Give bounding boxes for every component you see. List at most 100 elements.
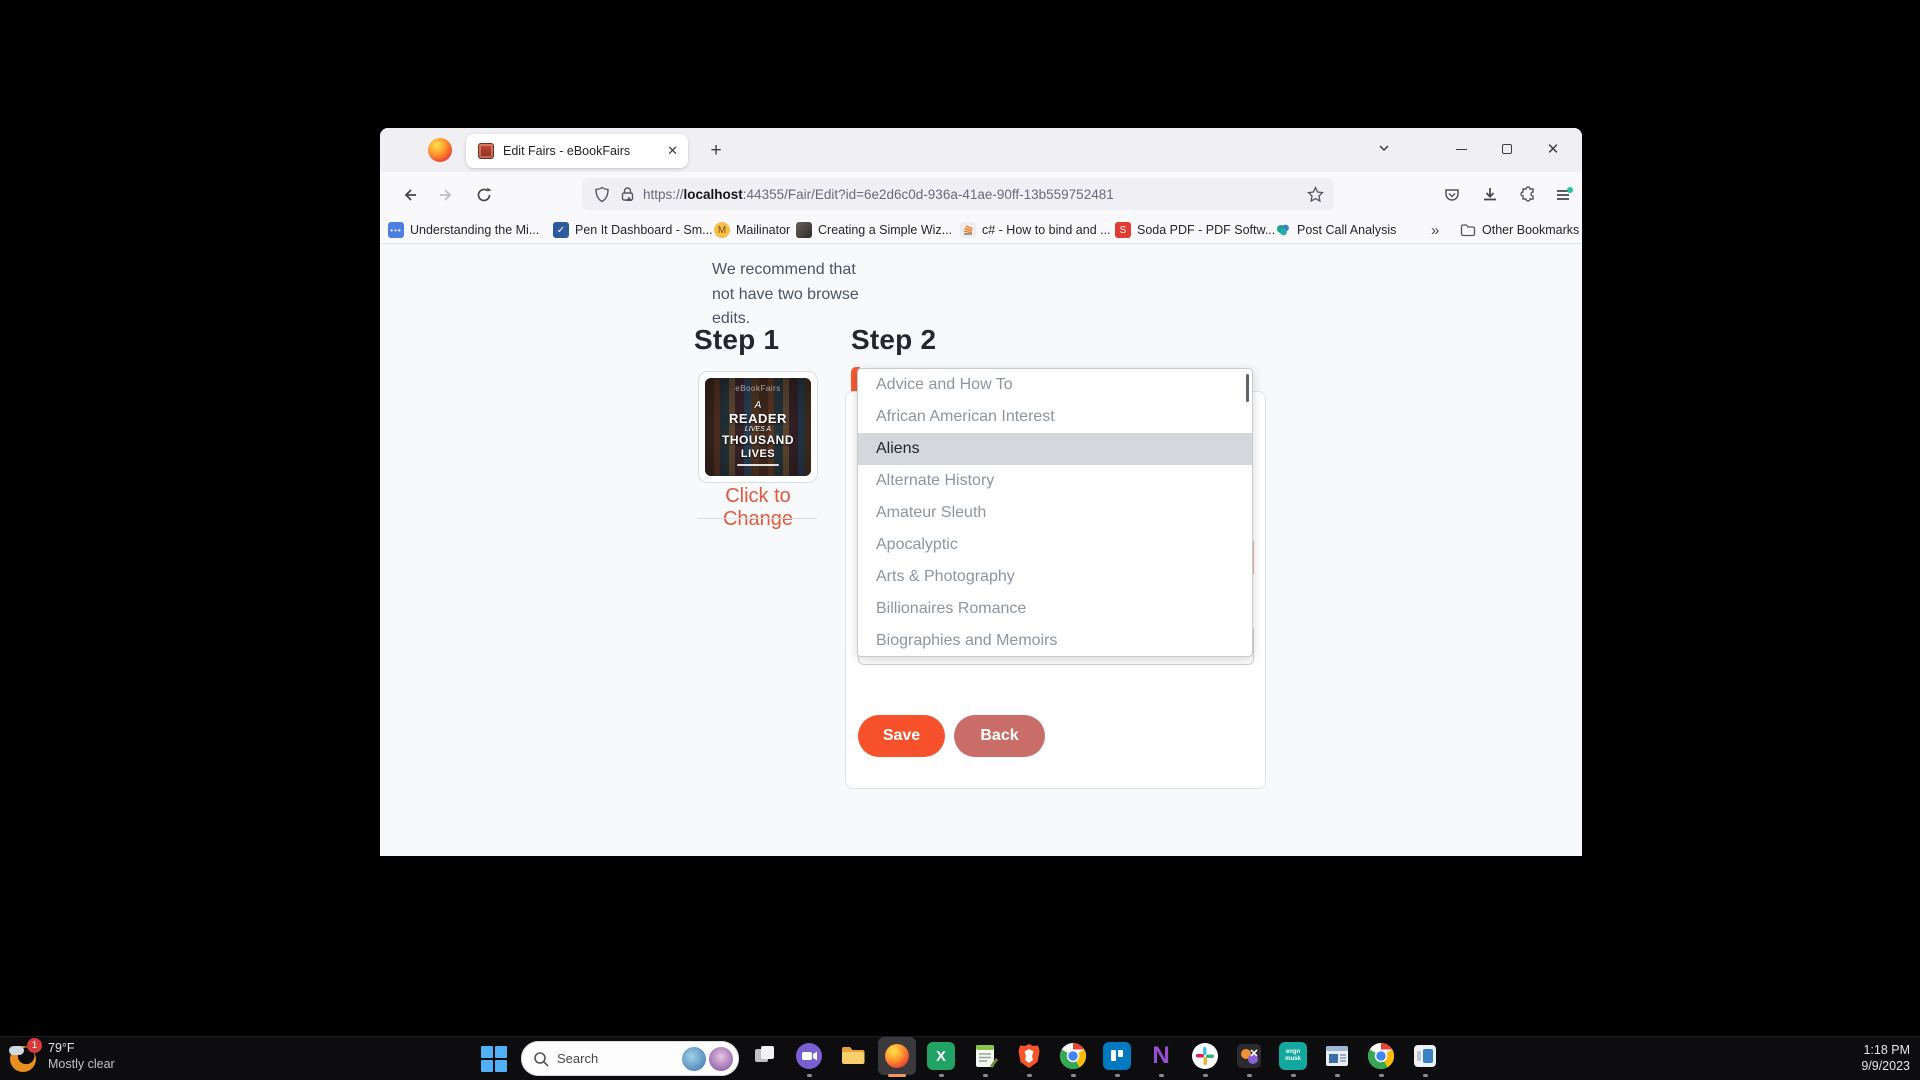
search-highlights-icon[interactable]: [682, 1047, 733, 1071]
back-icon[interactable]: [396, 181, 424, 209]
bookmark-favicon-icon: S: [1115, 222, 1131, 238]
fair-cover-thumbnail[interactable]: eBookFairs A READER LIVES A THOUSAND LIV…: [698, 371, 818, 483]
bookmark-star-icon[interactable]: [1307, 186, 1324, 203]
url-text: https://localhost:44355/Fair/Edit?id=6e2…: [643, 187, 1114, 202]
bookmark-label: Creating a Simple Wiz...: [818, 223, 952, 237]
bookmarks-bar: ••• Understanding the Mi... ✓ Pen It Das…: [380, 216, 1582, 244]
genre-option[interactable]: Arts & Photography: [858, 561, 1252, 593]
slack-icon[interactable]: [1191, 1041, 1219, 1077]
media-app-icon[interactable]: [1411, 1041, 1439, 1077]
genre-option[interactable]: African American Interest: [858, 401, 1252, 433]
back-button[interactable]: Back: [954, 715, 1045, 757]
bookmarks-overflow-chevron-icon[interactable]: »: [1431, 219, 1439, 241]
taskbar-clock[interactable]: 1:18 PM 9/9/2023: [1861, 1042, 1910, 1074]
extensions-puzzle-icon[interactable]: [1514, 181, 1542, 209]
bookmark-item[interactable]: S Soda PDF - PDF Softw...: [1115, 219, 1275, 241]
trello-icon[interactable]: [1103, 1041, 1131, 1077]
navigation-toolbar: https://localhost:44355/Fair/Edit?id=6e2…: [380, 172, 1582, 216]
teal-app-icon[interactable]: engnmusk: [1279, 1041, 1307, 1077]
bookmark-favicon-icon: ✓: [553, 222, 569, 238]
genre-option[interactable]: Alternate History: [858, 465, 1252, 497]
minimize-button[interactable]: [1438, 128, 1484, 170]
bookmark-favicon-icon: M: [714, 222, 730, 238]
click-to-change-link[interactable]: Click to Change: [688, 485, 828, 531]
bookmark-label: Pen It Dashboard - Sm...: [575, 223, 713, 237]
bookmark-item[interactable]: Creating a Simple Wiz...: [796, 219, 952, 241]
step1-heading: Step 1: [694, 324, 779, 356]
file-explorer-icon[interactable]: [839, 1041, 867, 1077]
chrome-icon[interactable]: [1059, 1041, 1087, 1077]
pocket-icon[interactable]: [1438, 181, 1466, 209]
desktop: Edit Fairs - eBookFairs ✕ + ✕: [0, 0, 1920, 1080]
bookmark-favicon-icon: [1275, 222, 1291, 238]
tab-title: Edit Fairs - eBookFairs: [503, 144, 648, 158]
weather-moon-icon: 1: [8, 1040, 40, 1072]
tab-close-icon[interactable]: ✕: [667, 143, 678, 159]
lock-warning-icon[interactable]: [620, 186, 635, 202]
genre-option[interactable]: Amateur Sleuth: [858, 497, 1252, 529]
reload-icon[interactable]: [470, 181, 498, 209]
excel-icon[interactable]: X: [927, 1041, 955, 1077]
bookmark-item[interactable]: M Mailinator: [714, 219, 790, 241]
cover-watermark: eBookFairs: [705, 384, 811, 393]
genre-option[interactable]: Apocalyptic: [858, 529, 1252, 561]
bookmark-item[interactable]: Post Call Analysis: [1275, 219, 1396, 241]
search-placeholder: Search: [557, 1051, 598, 1066]
document-app-icon[interactable]: [1323, 1041, 1351, 1077]
list-all-tabs-icon[interactable]: [1376, 140, 1392, 156]
bookmark-item[interactable]: ••• Understanding the Mi...: [388, 219, 539, 241]
firefox-view-icon[interactable]: [428, 138, 452, 162]
menu-hamburger-icon[interactable]: [1550, 181, 1578, 209]
downloads-icon[interactable]: [1476, 181, 1504, 209]
bookmark-label: Post Call Analysis: [1297, 223, 1396, 237]
bookmark-label: Mailinator: [736, 223, 790, 237]
bookmark-favicon-icon: [960, 222, 976, 238]
firefox-icon-active[interactable]: [883, 1041, 911, 1077]
weather-widget[interactable]: 1 79°F Mostly clear: [8, 1040, 115, 1072]
bookmark-label: c# - How to bind and ...: [982, 223, 1111, 237]
start-button[interactable]: [481, 1046, 507, 1072]
taskbar-icons: X N: [751, 1041, 1439, 1077]
bookmark-favicon-icon: [796, 222, 812, 238]
bookmark-label: Understanding the Mi...: [410, 223, 539, 237]
step2-heading: Step 2: [851, 324, 936, 356]
task-view-icon[interactable]: [751, 1041, 779, 1077]
notepad-app-icon[interactable]: [971, 1041, 999, 1077]
brave-icon[interactable]: [1015, 1041, 1043, 1077]
weather-text: 79°F Mostly clear: [48, 1040, 115, 1072]
maximize-button[interactable]: [1484, 128, 1530, 170]
search-icon: [533, 1051, 549, 1067]
shield-icon[interactable]: [594, 186, 610, 203]
bookmark-favicon-icon: •••: [388, 222, 404, 238]
taskbar-search[interactable]: Search: [521, 1041, 739, 1076]
cover-image: eBookFairs A READER LIVES A THOUSAND LIV…: [705, 378, 811, 476]
taskbar: 1 79°F Mostly clear Search: [0, 1036, 1920, 1080]
browser-tab[interactable]: Edit Fairs - eBookFairs ✕: [466, 134, 688, 168]
page-content: We recommend that not have two browse ed…: [380, 245, 1582, 856]
tab-bar: Edit Fairs - eBookFairs ✕ + ✕: [380, 128, 1582, 172]
bookmark-item[interactable]: c# - How to bind and ...: [960, 219, 1111, 241]
other-bookmarks-label: Other Bookmarks: [1482, 223, 1579, 237]
video-app-icon[interactable]: [795, 1041, 823, 1077]
purple-n-app-icon[interactable]: N: [1147, 1041, 1175, 1077]
cover-flourish: [737, 464, 779, 466]
folder-icon: [1460, 223, 1476, 237]
url-bar[interactable]: https://localhost:44355/Fair/Edit?id=6e2…: [582, 178, 1334, 210]
clock-date: 9/9/2023: [1861, 1058, 1910, 1074]
genre-option[interactable]: Billionaires Romance: [858, 593, 1252, 625]
cover-title: A READER LIVES A THOUSAND LIVES: [705, 400, 811, 461]
clock-time: 1:18 PM: [1861, 1042, 1910, 1058]
forward-icon[interactable]: [432, 181, 460, 209]
genre-option-highlighted[interactable]: Aliens: [858, 433, 1252, 465]
ebookfairs-favicon-icon: [478, 143, 494, 159]
close-button[interactable]: ✕: [1530, 128, 1576, 170]
bookmark-item[interactable]: ✓ Pen It Dashboard - Sm...: [553, 219, 713, 241]
chrome-alt-icon[interactable]: [1367, 1041, 1395, 1077]
design-app-icon[interactable]: [1235, 1041, 1263, 1077]
other-bookmarks[interactable]: Other Bookmarks: [1460, 219, 1579, 241]
save-button[interactable]: Save: [858, 715, 945, 757]
genre-option[interactable]: Advice and How To: [858, 369, 1252, 401]
genre-option[interactable]: Biographies and Memoirs: [858, 625, 1252, 657]
dropdown-scrollbar[interactable]: [1246, 374, 1249, 402]
new-tab-button[interactable]: +: [702, 137, 730, 165]
